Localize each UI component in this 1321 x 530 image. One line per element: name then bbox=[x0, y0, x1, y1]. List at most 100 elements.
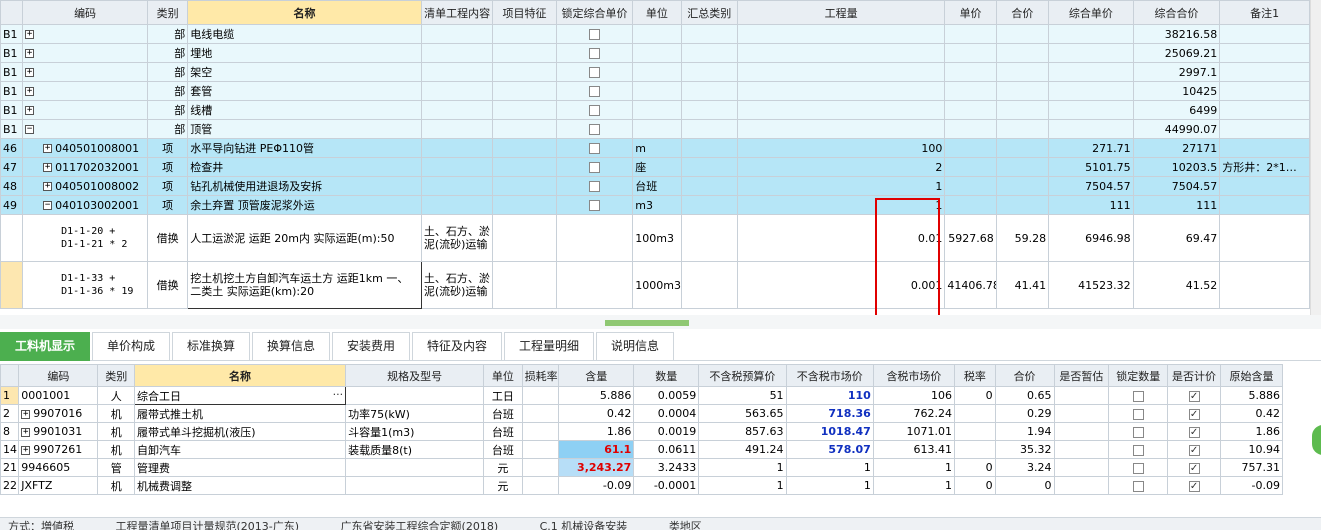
row-quantity[interactable]: 2 bbox=[736, 157, 946, 177]
bottom-col-header[interactable]: 锁定数量 bbox=[1108, 364, 1169, 387]
row-note[interactable] bbox=[1219, 176, 1310, 196]
counted-checkbox[interactable]: ✓ bbox=[1188, 408, 1200, 420]
expand-toggle-icon[interactable]: + bbox=[43, 144, 53, 153]
table-row[interactable]: 47 +011702032001 项检查井座 2 5101.75 10203.5 方形井：2… bbox=[0, 157, 1310, 177]
material-content[interactable]: 3,243.27 bbox=[558, 458, 635, 477]
table-row[interactable]: 21 9946605 管管理费元 3,243.27 3.2433 1 1 1 0 3.24 ✓ 757… bbox=[0, 458, 1284, 477]
lock-quantity-cell[interactable] bbox=[1108, 458, 1169, 477]
lock-quantity-cell[interactable] bbox=[1108, 422, 1169, 441]
material-tax-market-price[interactable]: 1 bbox=[872, 476, 956, 495]
lock-price-cell[interactable] bbox=[555, 138, 634, 158]
row-note[interactable] bbox=[1219, 138, 1310, 158]
expand-cell[interactable]: + bbox=[22, 43, 148, 63]
counted-checkbox[interactable]: ✓ bbox=[1188, 444, 1200, 456]
counted-checkbox[interactable]: ✓ bbox=[1188, 480, 1200, 492]
row-note[interactable]: 方形井：2*1… bbox=[1219, 157, 1310, 177]
cell[interactable] bbox=[680, 138, 738, 158]
material-content[interactable]: 61.1 bbox=[558, 440, 635, 459]
cell[interactable] bbox=[492, 43, 557, 63]
lock-price-checkbox[interactable] bbox=[589, 29, 600, 40]
material-code-cell[interactable]: +9901031 bbox=[18, 422, 99, 441]
cell[interactable] bbox=[1048, 81, 1134, 101]
cell[interactable] bbox=[1048, 62, 1134, 82]
material-loss[interactable] bbox=[521, 404, 560, 423]
cell[interactable] bbox=[420, 24, 494, 44]
cell[interactable] bbox=[944, 81, 997, 101]
material-content[interactable]: 1.86 bbox=[558, 422, 635, 441]
cell[interactable] bbox=[555, 214, 634, 262]
material-unit[interactable]: 台班 bbox=[483, 422, 523, 441]
cell[interactable] bbox=[1219, 214, 1310, 262]
counted-cell[interactable]: ✓ bbox=[1167, 422, 1221, 441]
material-budget-price[interactable]: 1 bbox=[698, 458, 787, 477]
cell[interactable] bbox=[1219, 100, 1310, 120]
expand-toggle-icon[interactable]: + bbox=[43, 163, 53, 172]
row-composite-total[interactable]: 111 bbox=[1132, 195, 1221, 215]
lock-quantity-cell[interactable] bbox=[1108, 404, 1169, 423]
counted-cell[interactable]: ✓ bbox=[1167, 476, 1221, 495]
cell[interactable] bbox=[1053, 458, 1110, 477]
tab-materials[interactable]: 工料机显示 bbox=[0, 332, 90, 361]
cell[interactable] bbox=[680, 119, 738, 139]
cell[interactable] bbox=[420, 176, 494, 196]
cell[interactable] bbox=[1053, 386, 1110, 405]
cell[interactable] bbox=[492, 119, 557, 139]
cell[interactable] bbox=[995, 81, 1050, 101]
cell[interactable] bbox=[420, 138, 494, 158]
cell[interactable] bbox=[420, 43, 494, 63]
material-type[interactable]: 机 bbox=[97, 476, 135, 495]
cell[interactable] bbox=[944, 62, 997, 82]
cell[interactable] bbox=[944, 176, 997, 196]
material-tax-market-price[interactable]: 1071.01 bbox=[872, 422, 956, 441]
row-name[interactable]: 电线电缆 bbox=[187, 24, 422, 44]
cell[interactable] bbox=[680, 214, 738, 262]
top-col-header[interactable]: 工程量 bbox=[736, 0, 946, 25]
cell[interactable] bbox=[1048, 43, 1134, 63]
material-code-cell[interactable]: 0001001 bbox=[18, 386, 99, 405]
material-original-content[interactable]: 5.886 bbox=[1219, 386, 1284, 405]
lock-price-cell[interactable] bbox=[555, 81, 634, 101]
cell[interactable] bbox=[1219, 24, 1310, 44]
row-type[interactable]: 部 bbox=[146, 100, 189, 120]
bottom-col-header[interactable]: 名称 bbox=[133, 364, 347, 387]
material-type[interactable]: 机 bbox=[97, 440, 135, 459]
cell[interactable] bbox=[944, 195, 997, 215]
row-content[interactable]: 土、石方、淤泥(流砂)运输 bbox=[420, 261, 494, 309]
row-total[interactable]: 10425 bbox=[1132, 81, 1221, 101]
row-composite-total[interactable]: 41.52 bbox=[1132, 261, 1221, 309]
material-budget-price[interactable]: 857.63 bbox=[698, 422, 787, 441]
quota-code-cell[interactable]: D1-1-20 + D1-1-21 * 2 bbox=[22, 214, 148, 262]
material-quantity[interactable]: -0.0001 bbox=[633, 476, 700, 495]
material-spec[interactable] bbox=[345, 476, 485, 495]
row-composite-unit[interactable]: 5101.75 bbox=[1048, 157, 1134, 177]
top-col-header[interactable]: 单价 bbox=[944, 0, 997, 25]
material-loss[interactable] bbox=[521, 386, 560, 405]
item-code-cell[interactable]: +011702032001 bbox=[22, 157, 148, 177]
material-budget-price[interactable]: 1 bbox=[698, 476, 787, 495]
row-total[interactable]: 59.28 bbox=[995, 214, 1050, 262]
table-row[interactable]: 22 JXFTZ 机机械费调整元 -0.09 -0.0001 1 1 1 0 0 ✓ -0.09 bbox=[0, 476, 1284, 495]
counted-cell[interactable]: ✓ bbox=[1167, 386, 1221, 405]
lock-price-cell[interactable] bbox=[555, 176, 634, 196]
lock-price-checkbox[interactable] bbox=[589, 105, 600, 116]
material-original-content[interactable]: 757.31 bbox=[1219, 458, 1284, 477]
row-type[interactable]: 项 bbox=[146, 195, 189, 215]
tab-install-fee[interactable]: 安装费用 bbox=[332, 332, 410, 361]
cell[interactable] bbox=[1219, 119, 1310, 139]
row-name[interactable]: 钻孔机械使用进退场及安拆 bbox=[187, 176, 422, 196]
expand-toggle-icon[interactable]: + bbox=[25, 68, 35, 77]
bottom-col-header[interactable]: 编码 bbox=[18, 364, 99, 387]
cell[interactable] bbox=[680, 24, 738, 44]
item-code-cell[interactable]: +040501008002 bbox=[22, 176, 148, 196]
row-type[interactable]: 部 bbox=[146, 119, 189, 139]
row-total[interactable]: 6499 bbox=[1132, 100, 1221, 120]
expand-toggle-icon[interactable]: + bbox=[21, 427, 31, 437]
row-composite-unit[interactable]: 41523.32 bbox=[1048, 261, 1134, 309]
row-composite-unit[interactable]: 111 bbox=[1048, 195, 1134, 215]
lock-price-cell[interactable] bbox=[555, 62, 634, 82]
material-budget-price[interactable]: 563.65 bbox=[698, 404, 787, 423]
cell[interactable] bbox=[680, 43, 738, 63]
expand-toggle-icon[interactable]: + bbox=[25, 106, 35, 115]
row-name[interactable]: 架空 bbox=[187, 62, 422, 82]
lock-price-checkbox[interactable] bbox=[589, 162, 600, 173]
